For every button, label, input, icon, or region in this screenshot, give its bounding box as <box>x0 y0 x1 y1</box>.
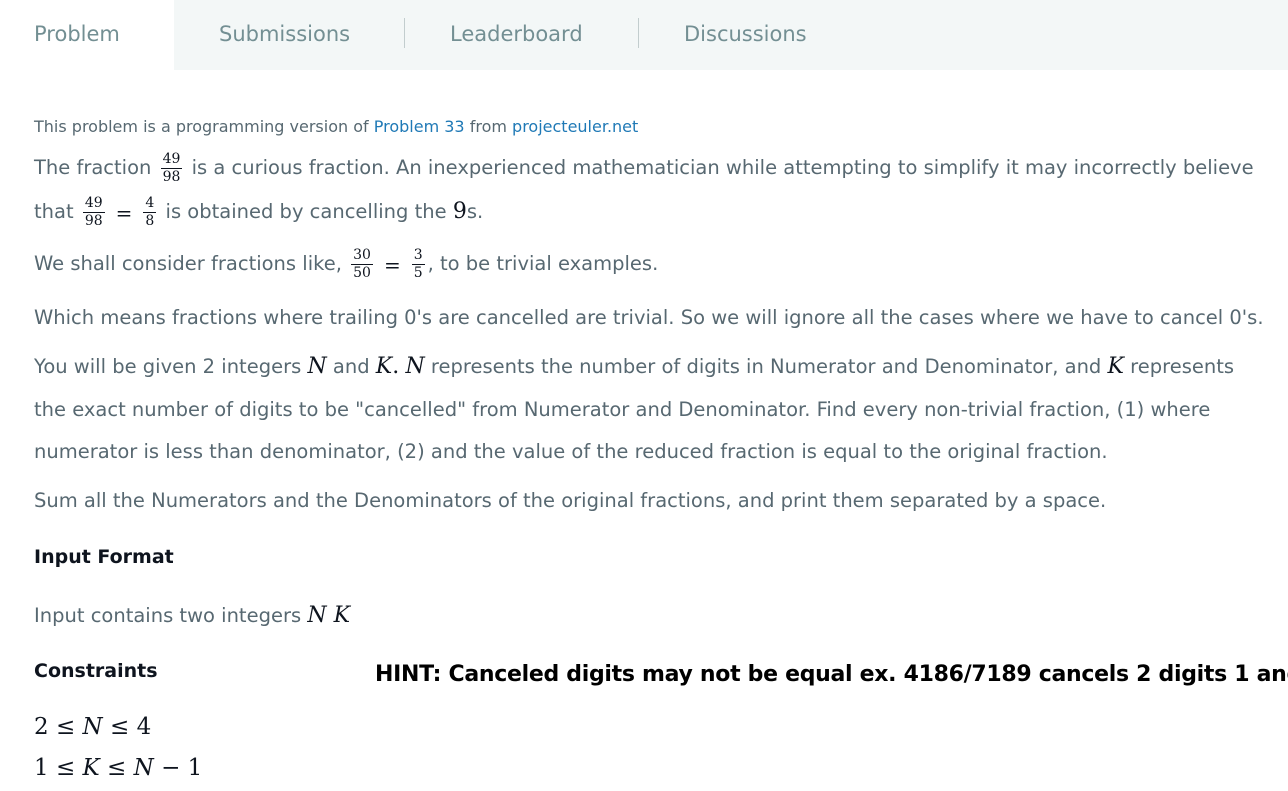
statement-text: The fraction <box>34 156 152 179</box>
math-dot: . <box>392 354 400 379</box>
fraction-numerator: 3 <box>411 247 425 265</box>
statement-text: represents <box>1130 355 1235 378</box>
constraint-var: N <box>82 714 103 740</box>
math-vars-n-k: N K <box>307 603 351 628</box>
statement-line-8: Sum all the Numerators and the Denominat… <box>34 489 1107 512</box>
statement-line-2: that 49 98 = 4 8 is obtained by cancelli… <box>34 196 483 229</box>
constraint-op: ≤ <box>109 714 130 740</box>
constraint-var: K <box>82 755 100 781</box>
constraints-heading: Constraints <box>34 660 158 682</box>
statement-line-7: numerator is less than denominator, (2) … <box>34 440 1108 463</box>
tab-divider <box>404 18 405 48</box>
math-var-n: N <box>405 354 425 379</box>
statement-line-3: We shall consider fractions like, 30 50 … <box>34 248 658 281</box>
problem-33-link[interactable]: Problem 33 <box>374 117 465 136</box>
statement-text: s. <box>466 200 484 223</box>
tab-bar: Problem Submissions Leaderboard Discussi… <box>0 0 1288 70</box>
input-format-text: Input contains two integers N K <box>34 603 350 628</box>
fraction-numerator: 49 <box>82 195 105 213</box>
fraction-denominator: 98 <box>162 169 181 185</box>
fraction-numerator: 49 <box>160 151 183 169</box>
fraction-30-50: 30 50 <box>351 248 373 281</box>
statement-line-6: the exact number of digits to be "cancel… <box>34 398 1211 421</box>
tab-discussions-label: Discussions <box>684 22 807 46</box>
statement-line-1: The fraction 49 98 is a curious fraction… <box>34 152 1254 185</box>
statement-text: We shall consider fractions like, <box>34 252 342 275</box>
fraction-49-98: 49 98 <box>82 195 105 229</box>
statement-text: and <box>332 355 370 378</box>
statement-text: is obtained by cancelling the <box>165 200 447 223</box>
math-var-k: K <box>375 354 393 379</box>
fraction-denominator: 98 <box>84 213 103 229</box>
fraction-4-8: 4 8 <box>143 195 157 229</box>
statement-text: is a curious fraction. An inexperienced … <box>191 156 1254 179</box>
fraction-numerator: 4 <box>143 195 157 213</box>
constraint-op: ≤ <box>55 755 76 781</box>
hint-note: HINT: Canceled digits may not be equal e… <box>375 662 1288 687</box>
equals-sign: = <box>383 252 401 277</box>
tab-problem[interactable]: Problem <box>0 0 174 70</box>
tab-problem-label: Problem <box>34 22 120 46</box>
math-var-n: N <box>307 354 327 379</box>
equals-sign: = <box>115 200 133 225</box>
projecteuler-link[interactable]: projecteuler.net <box>512 117 638 136</box>
constraint-op: − <box>161 755 181 781</box>
fraction-denominator: 50 <box>353 265 371 281</box>
constraint-value: 2 <box>34 714 49 740</box>
fraction-3-5: 3 5 <box>411 247 425 281</box>
tab-discussions[interactable]: Discussions <box>684 0 807 70</box>
statement-line-4: Which means fractions where trailing 0's… <box>34 306 1264 329</box>
input-format-heading: Input Format <box>34 546 174 568</box>
statement-line-5: You will be given 2 integers N and K. N … <box>34 354 1234 379</box>
tab-divider <box>638 18 639 48</box>
math-digit-9: 9 <box>452 199 467 224</box>
attribution-prefix: This problem is a programming version of <box>34 117 369 136</box>
statement-text: that <box>34 200 74 223</box>
tab-submissions-label: Submissions <box>219 22 351 46</box>
constraint-op: ≤ <box>107 755 127 781</box>
statement-text: represents the number of digits in Numer… <box>430 355 1102 378</box>
math-var-k: K <box>1107 354 1124 379</box>
constraint-value: 4 <box>136 714 152 740</box>
constraint-op: ≤ <box>55 714 76 740</box>
constraint-n: 2 ≤ N ≤ 4 <box>34 714 151 740</box>
tab-leaderboard-label: Leaderboard <box>450 22 583 46</box>
attribution-middle: from <box>469 117 507 136</box>
attribution-line: This problem is a programming version of… <box>34 117 638 136</box>
tab-leaderboard[interactable]: Leaderboard <box>450 0 583 70</box>
statement-text: , to be trivial examples. <box>427 252 659 275</box>
tab-submissions[interactable]: Submissions <box>219 0 350 70</box>
fraction-49-98: 49 98 <box>160 151 183 185</box>
constraint-value: 1 <box>34 755 49 781</box>
statement-text: Input contains two integers <box>34 604 302 627</box>
fraction-denominator: 5 <box>413 265 423 281</box>
fraction-denominator: 8 <box>145 213 155 229</box>
constraint-var: N <box>133 755 154 781</box>
constraint-value: 1 <box>187 755 203 781</box>
fraction-numerator: 30 <box>351 247 373 265</box>
statement-text: You will be given 2 integers <box>34 355 302 378</box>
constraint-k: 1 ≤ K ≤ N − 1 <box>34 755 202 781</box>
